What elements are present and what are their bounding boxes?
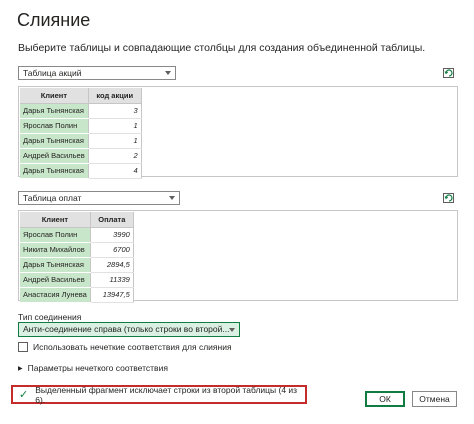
fuzzy-match-checkbox[interactable] — [18, 342, 28, 352]
table-cell: 1 — [88, 133, 142, 149]
table-cell: 11339 — [90, 272, 134, 288]
table2-preview: Клиент Оплата Ярослав Полин 3990 Никита … — [18, 210, 458, 303]
table-cell: Никита Михайлов — [20, 242, 91, 258]
table-header-row: Клиент код акции — [20, 88, 142, 104]
table-cell: 1 — [88, 118, 142, 134]
column-header[interactable]: код акции — [88, 88, 142, 104]
checkmark-icon: ✓ — [19, 389, 29, 401]
table1-dropdown-value: Таблица акций — [23, 68, 82, 78]
table-cell: 3 — [88, 103, 142, 119]
table-header-row: Клиент Оплата — [20, 212, 134, 228]
chevron-right-icon: ▶ — [18, 365, 23, 372]
table-row: Никита Михайлов 6700 — [20, 242, 134, 258]
ok-button[interactable]: ОК — [365, 391, 405, 407]
table-cell: 2894,5 — [90, 257, 134, 273]
chevron-down-icon — [169, 196, 175, 200]
table1-dropdown[interactable]: Таблица акций — [18, 66, 176, 80]
table-cell: 3990 — [90, 227, 134, 243]
column-header[interactable]: Клиент — [20, 212, 91, 228]
table-row: Ярослав Полин 1 — [20, 118, 142, 134]
table-cell: Андрей Васильев — [20, 272, 91, 288]
refresh-icon[interactable] — [442, 191, 456, 205]
dialog-title: Слияние — [17, 10, 91, 30]
table-cell: Анастасия Лунева — [20, 287, 91, 303]
fuzzy-options-expander[interactable]: ▶ Параметры нечеткого соответствия — [18, 363, 168, 373]
table1-grid: Клиент код акции Дарья Тынянская 3 Яросл… — [20, 88, 142, 179]
chevron-down-icon — [229, 328, 235, 332]
join-type-value: Анти-соединение справа (только строки во… — [23, 324, 230, 334]
refresh-icon[interactable] — [442, 66, 456, 80]
table2-grid: Клиент Оплата Ярослав Полин 3990 Никита … — [20, 212, 134, 303]
join-type-label: Тип соединения — [18, 312, 82, 322]
table-row: Ярослав Полин 3990 — [20, 227, 134, 243]
table-cell: Дарья Тынянская — [20, 163, 89, 179]
column-header[interactable]: Оплата — [90, 212, 134, 228]
table-cell: Ярослав Полин — [20, 118, 89, 134]
fuzzy-match-label: Использовать нечеткие соответствия для с… — [33, 342, 232, 352]
table-cell: Андрей Васильев — [20, 148, 89, 164]
table-row: Дарья Тынянская 1 — [20, 133, 142, 149]
table-cell: 13947,5 — [90, 287, 134, 303]
table-row: Андрей Васильев 11339 — [20, 272, 134, 288]
join-type-select[interactable]: Анти-соединение справа (только строки во… — [18, 322, 240, 337]
table2-dropdown-value: Таблица оплат — [23, 193, 82, 203]
table-cell: 4 — [88, 163, 142, 179]
table-cell: 6700 — [90, 242, 134, 258]
table-row: Дарья Тынянская 3 — [20, 103, 142, 119]
table-row: Дарья Тынянская 2894,5 — [20, 257, 134, 273]
table-cell: 2 — [88, 148, 142, 164]
table-cell: Ярослав Полин — [20, 227, 91, 243]
column-header[interactable]: Клиент — [20, 88, 89, 104]
table-row: Андрей Васильев 2 — [20, 148, 142, 164]
table1-preview: Клиент код акции Дарья Тынянская 3 Яросл… — [18, 86, 458, 179]
table-row: Дарья Тынянская 4 — [20, 163, 142, 179]
cancel-button[interactable]: Отмена — [412, 391, 457, 407]
table-cell: Дарья Тынянская — [20, 103, 89, 119]
dialog-subtitle: Выберите таблицы и совпадающие столбцы д… — [18, 42, 426, 54]
table-cell: Дарья Тынянская — [20, 257, 91, 273]
fuzzy-match-option[interactable]: Использовать нечеткие соответствия для с… — [18, 342, 232, 352]
fuzzy-options-label: Параметры нечеткого соответствия — [27, 363, 168, 373]
chevron-down-icon — [165, 71, 171, 75]
table-row: Анастасия Лунева 13947,5 — [20, 287, 134, 303]
table-cell: Дарья Тынянская — [20, 133, 89, 149]
status-message: ✓ Выделенный фрагмент исключает строки и… — [11, 384, 307, 405]
table2-dropdown[interactable]: Таблица оплат — [18, 191, 180, 205]
status-text: Выделенный фрагмент исключает строки из … — [35, 384, 298, 405]
